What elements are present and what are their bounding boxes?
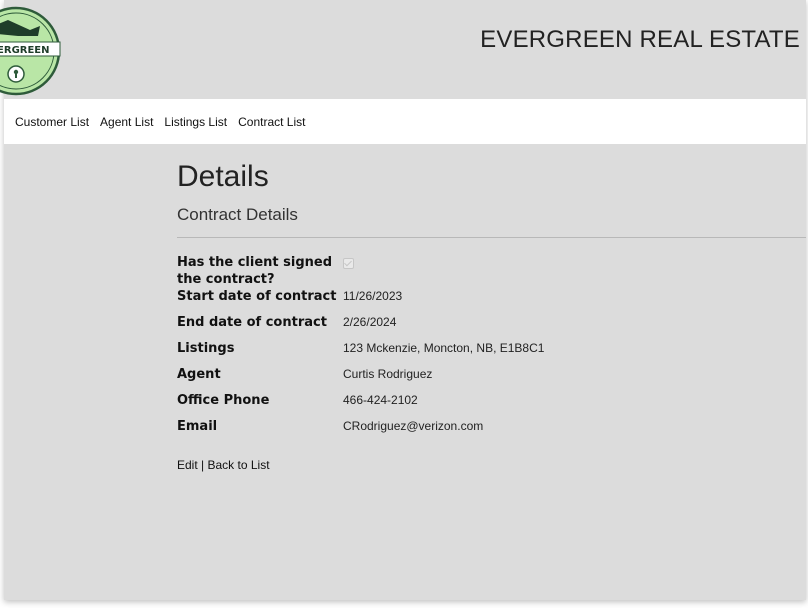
nav-listings-list[interactable]: Listings List [164,115,227,129]
page-title: Details [177,160,269,193]
detail-row-agent: Agent Curtis Rodriguez [177,366,806,392]
end-value: 2/26/2024 [343,315,397,329]
start-value: 11/26/2023 [343,289,403,303]
nav-customer-list[interactable]: Customer List [15,115,89,129]
email-label: Email [177,419,218,434]
action-links: Edit | Back to List [177,458,270,472]
agent-label: Agent [177,367,221,382]
detail-row-end: End date of contract 2/26/2024 [177,314,806,340]
evergreen-logo[interactable]: EVERGREEN [0,6,64,96]
detail-row-signed: Has the client signed the contract? [177,254,806,288]
nav-bar: Customer List Agent List Listings List C… [4,99,806,144]
logo-emblem-icon: EVERGREEN [0,6,61,96]
signed-label-line1: Has the client signed [177,255,333,270]
detail-row-listings: Listings 123 Mckenzie, Moncton, NB, E1B8… [177,340,806,366]
details-list: Has the client signed the contract? Star… [177,254,806,444]
divider [177,237,806,238]
listings-value: 123 Mckenzie, Moncton, NB, E1B8C1 [343,341,545,355]
site-title: EVERGREEN REAL ESTATE [480,26,800,53]
signed-value [343,254,354,288]
edit-link[interactable]: Edit [177,458,198,472]
signed-label: Has the client signed the contract? [177,254,343,288]
phone-label: Office Phone [177,393,270,408]
back-to-list-link[interactable]: Back to List [208,458,270,472]
email-value: CRodriguez@verizon.com [343,419,484,433]
detail-row-email: Email CRodriguez@verizon.com [177,418,806,444]
nav-contract-list[interactable]: Contract List [238,115,305,129]
phone-value: 466-424-2102 [343,393,418,407]
detail-row-phone: Office Phone 466-424-2102 [177,392,806,418]
listings-label: Listings [177,341,235,356]
end-label: End date of contract [177,315,327,330]
signed-label-line2: the contract? [177,272,275,287]
page: EVERGREEN EVERGREEN REAL ESTATE Customer… [0,0,806,600]
signed-checkbox [343,258,354,269]
agent-value: Curtis Rodriguez [343,367,433,381]
header: EVERGREEN EVERGREEN REAL ESTATE [0,0,806,99]
page-subtitle: Contract Details [177,205,298,224]
svg-text:EVERGREEN: EVERGREEN [0,45,50,56]
start-label: Start date of contract [177,289,337,304]
detail-row-start: Start date of contract 11/26/2023 [177,288,806,314]
nav-agent-list[interactable]: Agent List [100,115,153,129]
link-separator: | [201,458,205,472]
